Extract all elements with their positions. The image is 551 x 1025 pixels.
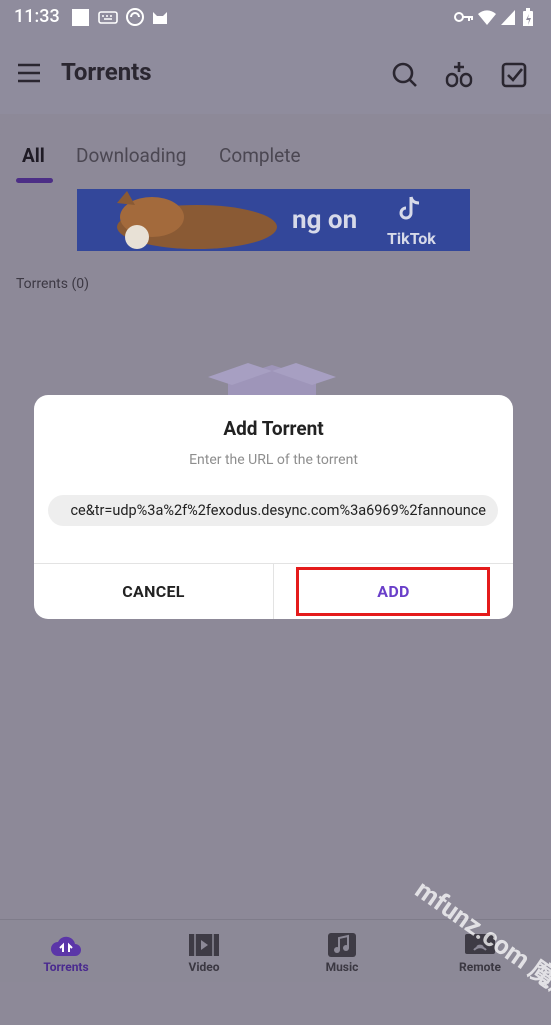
tab-all[interactable]: All — [22, 144, 45, 167]
key-icon — [454, 12, 473, 22]
app-bar: Torrents — [0, 34, 551, 114]
menu-icon[interactable] — [12, 56, 46, 90]
dialog-subtitle: Enter the URL of the torrent — [189, 452, 358, 468]
nav-label-music: Music — [325, 960, 359, 974]
signal-icon — [501, 10, 515, 25]
nav-item-music[interactable]: Music — [273, 920, 411, 982]
dialog-title: Add Torrent — [223, 417, 324, 440]
torrent-count: Torrents (0) — [16, 276, 89, 292]
tiktok-logo-icon — [399, 196, 420, 220]
film-icon — [189, 934, 219, 956]
cat-icon — [153, 12, 167, 24]
dog-image — [117, 191, 277, 249]
music-icon — [328, 933, 356, 957]
select-icon[interactable] — [497, 58, 531, 92]
search-icon[interactable] — [388, 58, 422, 92]
status-bar: 11:33 — [0, 0, 551, 34]
keyboard-icon — [98, 11, 118, 24]
wifi-icon — [478, 10, 496, 25]
add-torrent-icon[interactable] — [442, 58, 476, 92]
browser-icon — [126, 8, 144, 26]
ad-headline: ng on — [292, 205, 358, 235]
nav-label-torrents: Torrents — [43, 960, 89, 974]
ad-brand: TikTok — [387, 229, 436, 248]
page-title: Torrents — [61, 58, 152, 86]
tab-complete[interactable]: Complete — [219, 144, 301, 167]
ad-banner[interactable]: ng on TikTok — [77, 189, 470, 251]
torrent-url-input[interactable] — [48, 495, 498, 526]
active-tab-indicator — [16, 178, 53, 183]
nav-item-video[interactable]: Video — [135, 920, 273, 982]
nav-label-video: Video — [188, 960, 220, 974]
battery-icon — [523, 8, 533, 26]
cloud-upload-icon — [51, 936, 81, 956]
status-time: 11:33 — [14, 6, 60, 27]
square-icon — [72, 9, 89, 26]
nav-item-torrents[interactable]: Torrents — [0, 920, 135, 982]
cancel-button[interactable]: CANCEL — [34, 564, 273, 619]
tab-downloading[interactable]: Downloading — [76, 144, 186, 167]
highlight-box — [296, 567, 490, 616]
